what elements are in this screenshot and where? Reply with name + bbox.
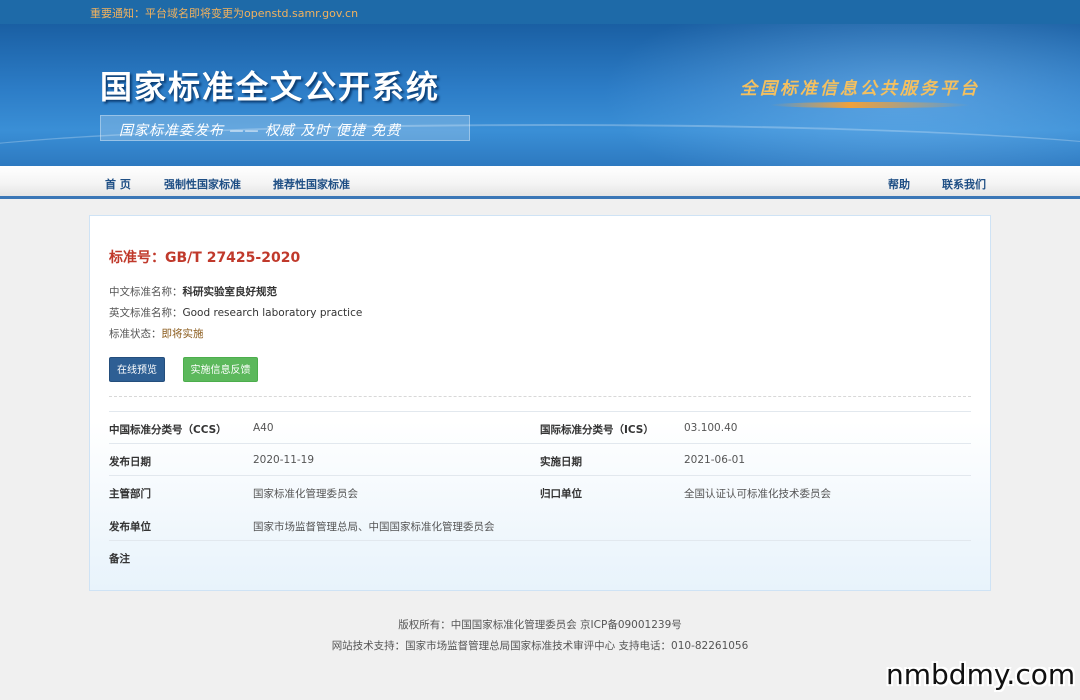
nav-recommended-standards[interactable]: 推荐性国家标准 xyxy=(273,176,350,192)
cn-name-value: 科研实验室良好规范 xyxy=(182,286,278,298)
status-label: 标准状态： xyxy=(109,328,162,340)
publish-date-value: 2020-11-19 xyxy=(253,454,315,466)
table-row: 备注 xyxy=(109,540,971,572)
slogan-text: 国家标准委发布 —— 权威 及时 便捷 免费 xyxy=(119,123,402,139)
implement-date-label: 实施日期 xyxy=(540,456,582,468)
table-row: 发布单位 国家市场监督管理总局、中国国家标准化管理委员会 xyxy=(109,508,971,540)
footer-support: 网站技术支持：国家市场监督管理总局国家标准技术审评中心 支持电话：010-822… xyxy=(331,640,749,652)
publish-date-label: 发布日期 xyxy=(109,456,151,468)
standard-detail-card: 标准号：GB/T 27425-2020 中文标准名称：科研实验室良好规范 英文标… xyxy=(89,215,991,591)
publisher-label: 发布单位 xyxy=(109,521,151,533)
en-name-value: Good research laboratory practice xyxy=(182,307,363,319)
dashed-divider xyxy=(109,396,971,397)
main-navbar: 首 页 强制性国家标准 推荐性国家标准 帮助 联系我们 xyxy=(0,166,1080,199)
ccs-value: A40 xyxy=(253,422,274,434)
implementation-feedback-button[interactable]: 实施信息反馈 xyxy=(183,357,258,382)
nav-contact[interactable]: 联系我们 xyxy=(942,176,986,192)
ccs-label: 中国标准分类号（CCS） xyxy=(109,424,227,436)
implement-date-value: 2021-06-01 xyxy=(684,454,746,466)
centralized-unit-value: 全国认证认可标准化技术委员会 xyxy=(684,488,831,500)
table-row: 中国标准分类号（CCS） A40 国际标准分类号（ICS） 03.100.40 xyxy=(109,411,971,443)
authority-label: 主管部门 xyxy=(109,488,151,500)
nav-mandatory-standards[interactable]: 强制性国家标准 xyxy=(164,176,241,192)
notice-text: 重要通知：平台域名即将变更为openstd.samr.gov.cn xyxy=(90,7,359,20)
ics-value: 03.100.40 xyxy=(684,422,738,434)
watermark-text: nmbdmy.com xyxy=(886,658,1076,691)
platform-swoosh xyxy=(770,102,970,108)
online-preview-button[interactable]: 在线预览 xyxy=(109,357,165,382)
ics-label: 国际标准分类号（ICS） xyxy=(540,424,654,436)
en-name-line: 英文标准名称：Good research laboratory practice xyxy=(109,305,362,320)
platform-logo-text: 全国标准信息公共服务平台 xyxy=(740,79,980,99)
en-name-label: 英文标准名称： xyxy=(109,307,183,319)
notice-bar: 重要通知：平台域名即将变更为openstd.samr.gov.cn xyxy=(0,0,1080,24)
standard-number-label: 标准号： xyxy=(109,250,165,266)
footer-copyright: 版权所有：中国国家标准化管理委员会 京ICP备09001239号 xyxy=(398,619,682,631)
authority-value: 国家标准化管理委员会 xyxy=(253,488,358,500)
status-value: 即将实施 xyxy=(161,328,204,340)
nav-home[interactable]: 首 页 xyxy=(105,176,131,192)
table-row: 主管部门 国家标准化管理委员会 归口单位 全国认证认可标准化技术委员会 xyxy=(109,475,971,507)
slogan-box: 国家标准委发布 —— 权威 及时 便捷 免费 xyxy=(100,115,470,141)
status-line: 标准状态：即将实施 xyxy=(109,326,204,341)
header-banner: 国家标准全文公开系统 国家标准委发布 —— 权威 及时 便捷 免费 全国标准信息… xyxy=(0,24,1080,166)
standard-number: GB/T 27425-2020 xyxy=(165,250,301,266)
site-title: 国家标准全文公开系统 xyxy=(100,68,441,106)
centralized-unit-label: 归口单位 xyxy=(540,488,582,500)
table-row: 发布日期 2020-11-19 实施日期 2021-06-01 xyxy=(109,443,971,475)
cn-name-line: 中文标准名称：科研实验室良好规范 xyxy=(109,284,277,299)
remark-label: 备注 xyxy=(109,553,130,565)
cn-name-label: 中文标准名称： xyxy=(109,286,183,298)
publisher-value: 国家市场监督管理总局、中国国家标准化管理委员会 xyxy=(253,521,495,533)
nav-help[interactable]: 帮助 xyxy=(888,176,910,192)
standard-number-heading: 标准号：GB/T 27425-2020 xyxy=(109,247,300,267)
